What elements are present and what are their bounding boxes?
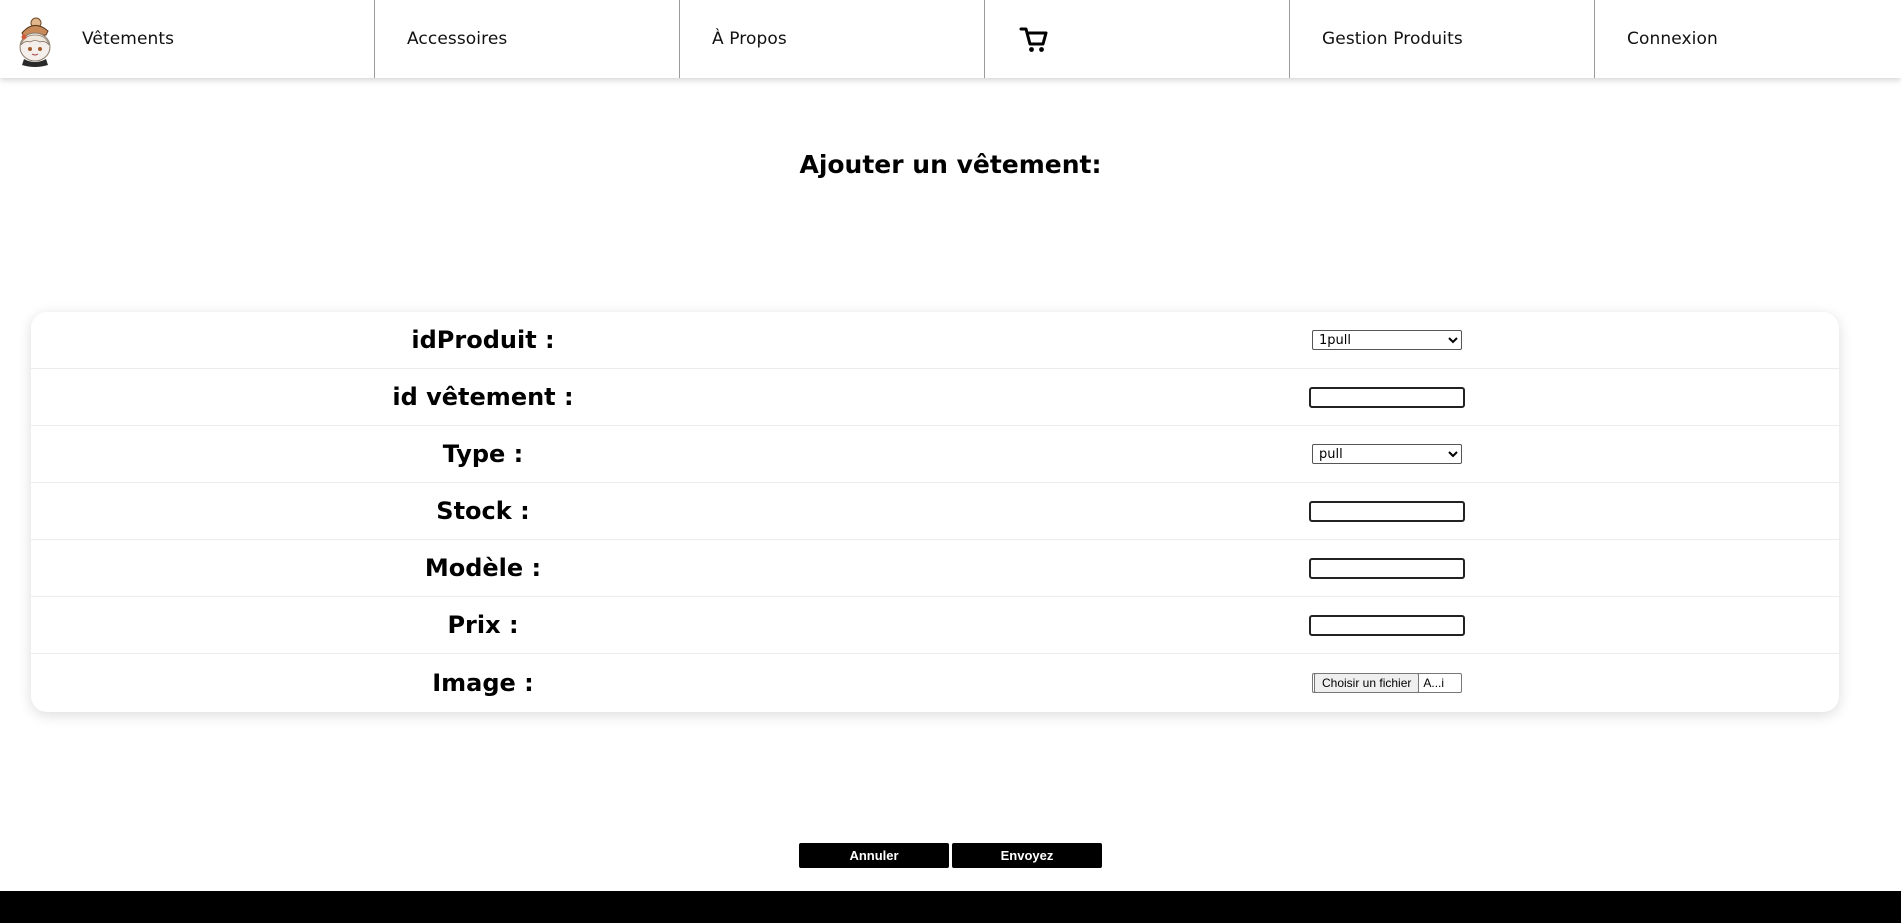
nav-label-connexion: Connexion [1627,29,1718,49]
add-clothing-form: idProduit : 1pull id vêtement : Type : p… [31,312,1839,712]
image-label: Image : [432,669,534,697]
nav-item-connexion[interactable]: Connexion [1595,0,1900,78]
prix-label: Prix : [447,611,519,639]
stock-label: Stock : [436,497,530,525]
type-label: Type : [442,440,524,468]
type-select[interactable]: pull [1312,444,1462,464]
modele-label: Modèle : [424,554,542,582]
nav-label-gestion-produits: Gestion Produits [1322,29,1463,49]
selected-file-name: A...i [1423,676,1445,690]
prix-input[interactable] [1309,614,1465,636]
image-file-input[interactable]: Choisir un fichier A...i [1312,673,1462,693]
cancel-button[interactable]: Annuler [799,843,949,868]
idvetement-input[interactable] [1309,386,1465,408]
nav-item-cart[interactable] [985,0,1290,78]
page-footer [0,891,1901,923]
form-row-type: Type : pull [31,426,1839,483]
form-row-image: Image : Choisir un fichier A...i [31,654,1839,712]
page-title: Ajouter un vêtement: [799,150,1102,179]
form-row-prix: Prix : [31,597,1839,654]
form-row-modele: Modèle : [31,540,1839,597]
form-row-idproduit: idProduit : 1pull [31,312,1839,369]
form-row-stock: Stock : [31,483,1839,540]
submit-button[interactable]: Envoyez [952,843,1102,868]
modele-input[interactable] [1309,557,1465,579]
choose-file-button[interactable]: Choisir un fichier [1314,674,1420,692]
idvetement-label: id vêtement : [392,383,574,411]
nav-label-accessoires: Accessoires [407,29,508,49]
top-navigation-bar: Vêtements Accessoires À Propos Gestion P… [0,0,1901,78]
form-row-idvetement: id vêtement : [31,369,1839,426]
nav-label-vetements: Vêtements [82,29,175,49]
shopping-cart-icon[interactable] [1018,23,1050,55]
nav-label-a-propos: À Propos [712,29,787,49]
nav-item-accessoires[interactable]: Accessoires [375,0,680,78]
nav-item-gestion-produits[interactable]: Gestion Produits [1290,0,1595,78]
nav-item-a-propos[interactable]: À Propos [680,0,985,78]
idproduit-select[interactable]: 1pull [1312,330,1462,350]
nav-item-vetements[interactable]: Vêtements [0,0,375,78]
stock-input[interactable] [1309,500,1465,522]
idproduit-label: idProduit : [411,326,555,354]
logo-icon[interactable] [12,9,56,69]
